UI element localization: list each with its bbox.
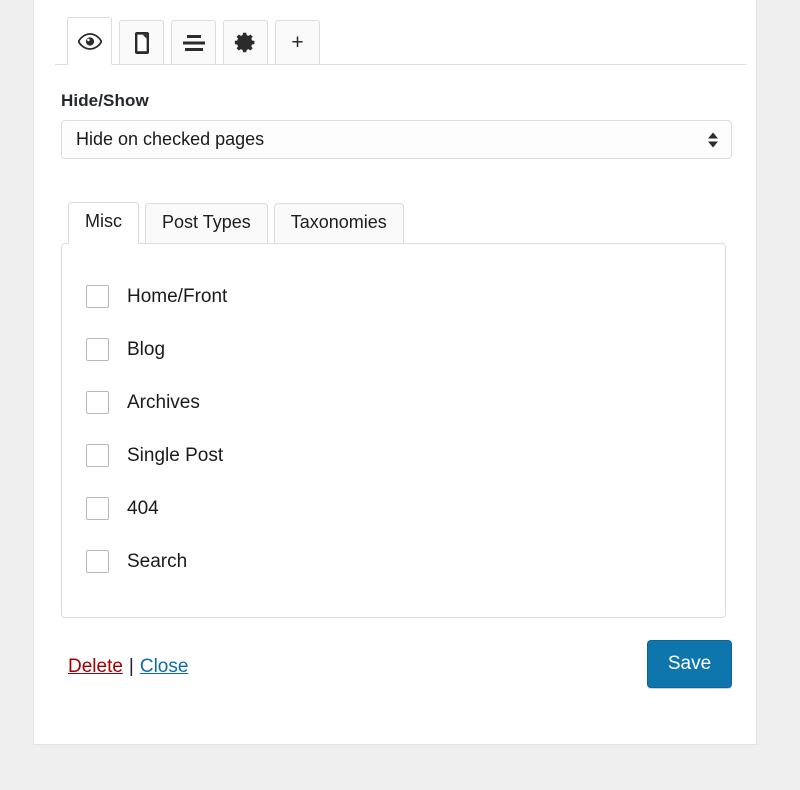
eye-icon (77, 32, 102, 50)
delete-link[interactable]: Delete (68, 656, 123, 677)
checkbox-row-archives[interactable]: Archives (86, 376, 725, 429)
checkbox-blog[interactable] (86, 338, 109, 361)
panel-body: Hide/Show Hide on checked pages Misc Pos… (34, 65, 756, 700)
subtab-misc[interactable]: Misc (68, 202, 139, 244)
checkbox-row-search[interactable]: Search (86, 535, 725, 588)
subtab-strip: Misc Post Types Taxonomies (61, 198, 726, 244)
subtabs-area: Misc Post Types Taxonomies Home/Front Bl… (61, 198, 726, 618)
hide-show-select-value: Hide on checked pages (76, 129, 265, 149)
hide-show-select[interactable]: Hide on checked pages (61, 120, 732, 159)
select-stepper-arrows-icon (708, 132, 718, 147)
checkbox-search[interactable] (86, 550, 109, 573)
checkbox-label-blog: Blog (127, 339, 166, 360)
icon-tab-device[interactable] (119, 20, 164, 65)
plus-icon: + (291, 31, 304, 54)
icon-tab-add[interactable]: + (275, 20, 320, 65)
checkbox-label-single-post: Single Post (127, 445, 224, 466)
checkbox-row-blog[interactable]: Blog (86, 323, 725, 376)
checkbox-label-home-front: Home/Front (127, 286, 228, 307)
gear-icon (234, 31, 257, 54)
checkbox-row-404[interactable]: 404 (86, 482, 725, 535)
subtab-post-types[interactable]: Post Types (145, 203, 268, 244)
save-button[interactable]: Save (647, 640, 732, 688)
icon-tab-strip: + (55, 3, 746, 65)
icon-tab-settings[interactable] (223, 20, 268, 65)
chevron-up-icon (708, 132, 718, 138)
checkbox-label-search: Search (127, 551, 188, 572)
link-separator: | (128, 656, 134, 677)
icon-tab-visibility[interactable] (67, 17, 112, 65)
icon-tab-alignment[interactable] (171, 20, 216, 65)
align-lines-icon (182, 34, 206, 52)
checkbox-404[interactable] (86, 497, 109, 520)
footer-links: Delete | Close (68, 656, 188, 678)
checkbox-row-home-front[interactable]: Home/Front (86, 270, 725, 323)
checkbox-row-single-post[interactable]: Single Post (86, 429, 725, 482)
subtab-taxonomies[interactable]: Taxonomies (273, 203, 404, 244)
checkbox-archives[interactable] (86, 391, 109, 414)
mobile-device-icon (134, 31, 150, 55)
checkbox-home-front[interactable] (86, 285, 109, 308)
panel-footer: Delete | Close Save (61, 640, 732, 700)
checkbox-label-404: 404 (127, 498, 159, 519)
chevron-down-icon (708, 141, 718, 147)
widget-settings-panel: + Hide/Show Hide on checked pages Misc P… (33, 0, 757, 745)
hide-show-label: Hide/Show (61, 91, 149, 110)
checkbox-label-archives: Archives (127, 392, 200, 413)
checkbox-single-post[interactable] (86, 444, 109, 467)
misc-checkbox-panel: Home/Front Blog Archives Single Post 404 (61, 243, 726, 618)
close-link[interactable]: Close (140, 656, 189, 677)
